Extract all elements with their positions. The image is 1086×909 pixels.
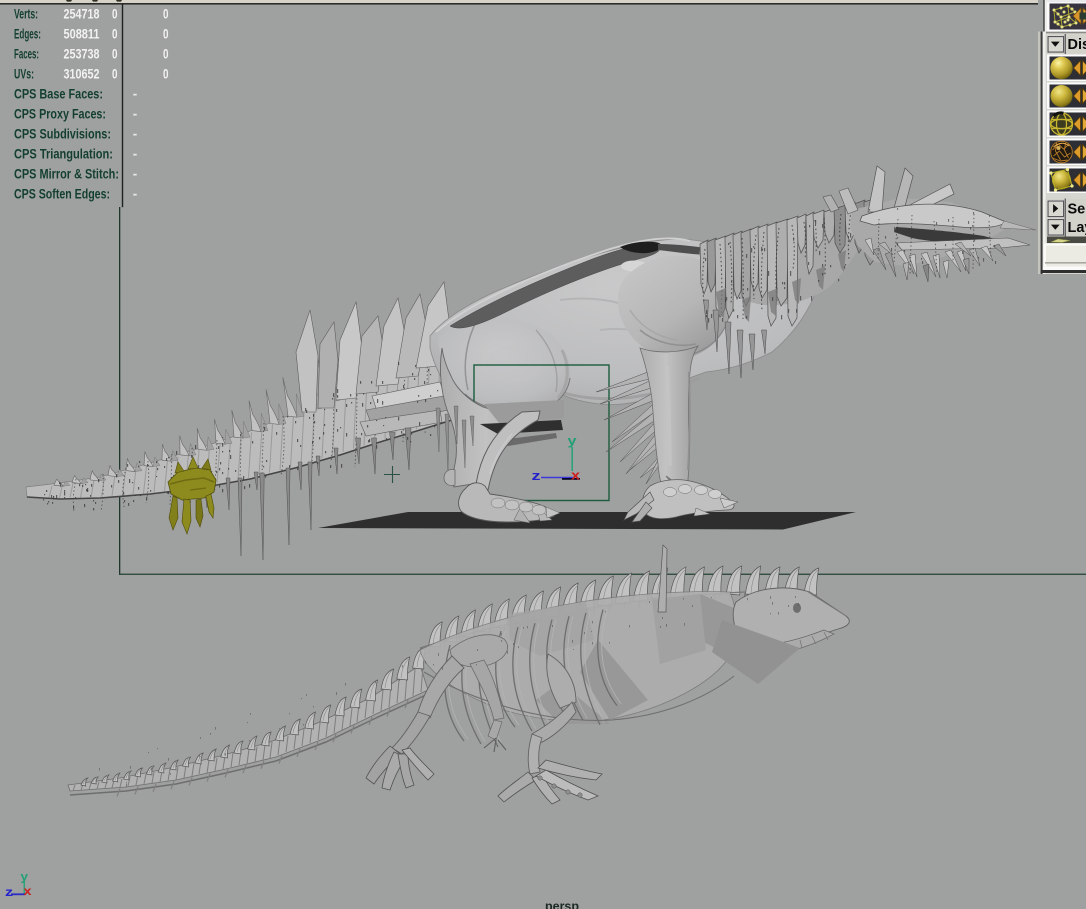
svg-text:-: - <box>133 146 138 161</box>
svg-text:Disp: Disp <box>1068 37 1086 53</box>
svg-text:0: 0 <box>112 6 118 21</box>
svg-text:CPS Proxy Faces:: CPS Proxy Faces: <box>14 106 106 121</box>
svg-text:Sel: Sel <box>1068 202 1086 218</box>
svg-text:UVs:: UVs: <box>14 66 34 81</box>
svg-text:253738: 253738 <box>64 46 100 61</box>
svg-text:CPS Mirror & Stitch:: CPS Mirror & Stitch: <box>14 166 119 181</box>
svg-text:Lay: Lay <box>1068 220 1086 236</box>
svg-text:-: - <box>133 186 138 201</box>
svg-text:persp: persp <box>545 899 579 909</box>
svg-text:z: z <box>532 468 542 483</box>
svg-text:y: y <box>568 433 578 448</box>
svg-text:310652: 310652 <box>64 66 100 81</box>
svg-text:CPS Triangulation:: CPS Triangulation: <box>14 146 113 161</box>
svg-text:0: 0 <box>163 26 169 41</box>
svg-text:-: - <box>133 126 138 141</box>
svg-text:0: 0 <box>112 66 118 81</box>
svg-text:x: x <box>24 884 32 898</box>
svg-text:0: 0 <box>163 46 169 61</box>
svg-text:y: y <box>21 870 29 884</box>
svg-text:-: - <box>133 106 138 121</box>
svg-text:Verts:: Verts: <box>14 6 38 21</box>
svg-text:CPS Subdivisions:: CPS Subdivisions: <box>14 126 111 141</box>
svg-text:0: 0 <box>112 26 118 41</box>
svg-text:Faces:: Faces: <box>14 46 39 61</box>
svg-text:CPS Soften Edges:: CPS Soften Edges: <box>14 186 110 201</box>
svg-text:-: - <box>133 166 138 181</box>
svg-text:0: 0 <box>163 66 169 81</box>
svg-text:254718: 254718 <box>64 6 100 21</box>
svg-text:x: x <box>571 468 581 483</box>
svg-text:z: z <box>5 885 13 899</box>
svg-text:0: 0 <box>163 6 169 21</box>
svg-text:-: - <box>133 86 138 101</box>
svg-text:508811: 508811 <box>64 26 100 41</box>
svg-text:0: 0 <box>112 46 118 61</box>
svg-text:CPS Base Faces:: CPS Base Faces: <box>14 86 103 101</box>
svg-text:Edges:: Edges: <box>14 26 41 41</box>
